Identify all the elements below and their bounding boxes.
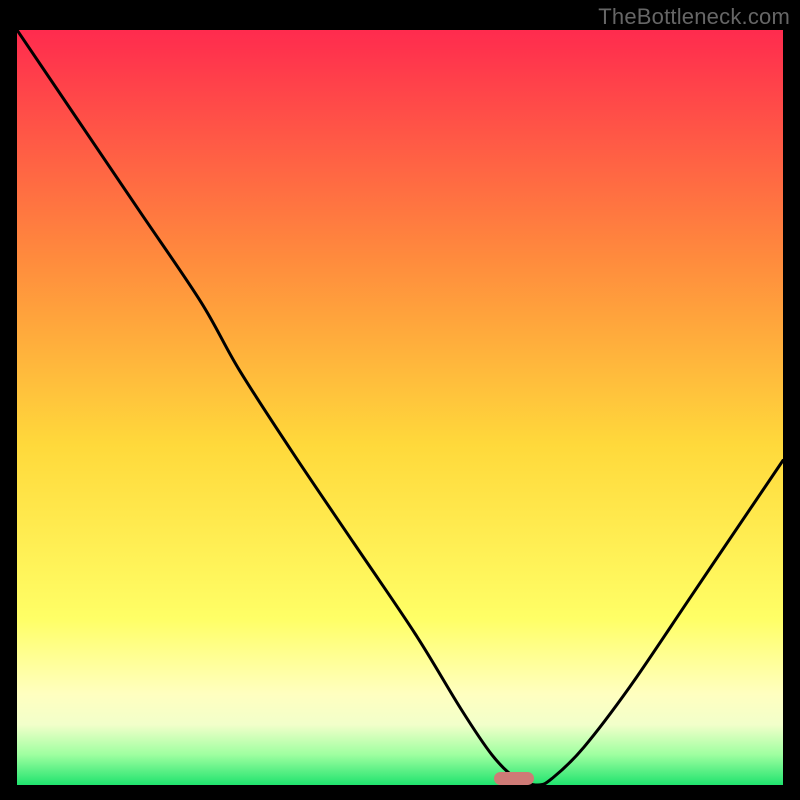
- gradient-background: [17, 30, 783, 785]
- optimum-marker: [494, 772, 534, 785]
- bottleneck-plot-svg: [17, 30, 783, 785]
- chart-stage: TheBottleneck.com: [0, 0, 800, 800]
- plot-area: [17, 30, 783, 785]
- watermark-text: TheBottleneck.com: [598, 4, 790, 30]
